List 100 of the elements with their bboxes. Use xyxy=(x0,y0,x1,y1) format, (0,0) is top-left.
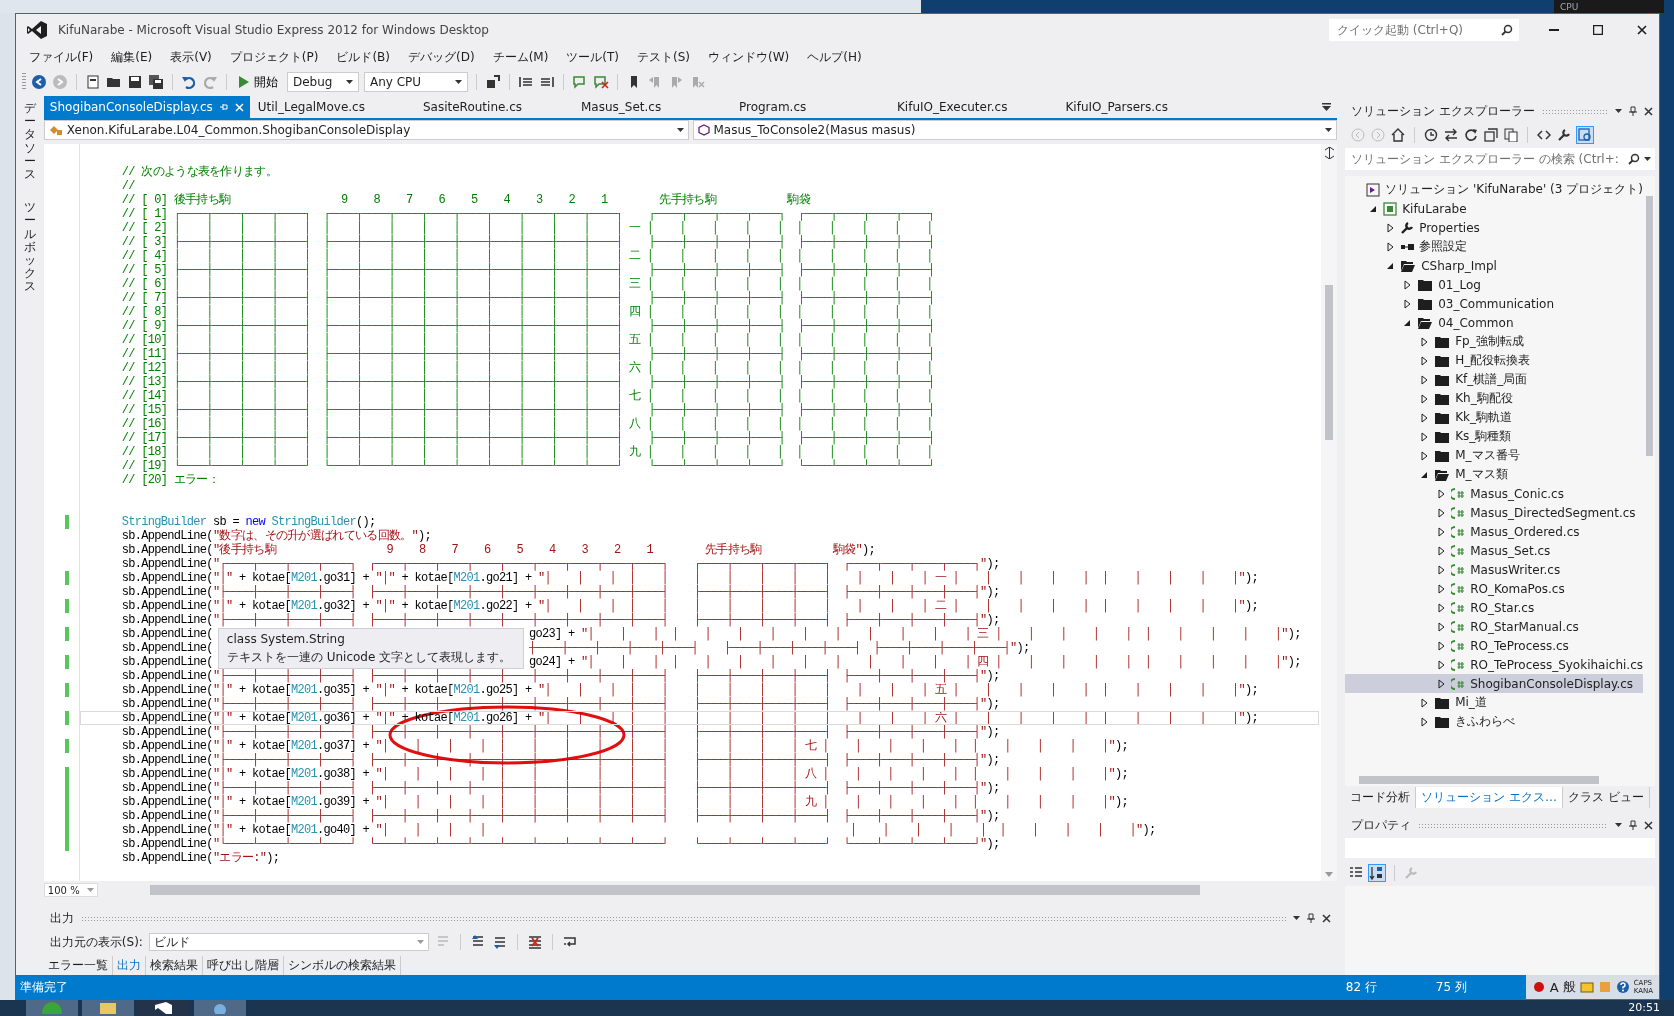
tree-item[interactable]: Fp_強制転成 xyxy=(1345,332,1643,351)
tree-item[interactable]: RO_StarManual.cs xyxy=(1345,617,1643,636)
dropdown-icon[interactable] xyxy=(1293,916,1301,920)
tree-item[interactable]: RO_TeProcess_Syokihaichi.cs xyxy=(1345,655,1643,674)
pin-icon[interactable] xyxy=(1307,913,1316,923)
quick-launch-field[interactable]: クイック起動 (Ctrl+Q) xyxy=(1329,19,1519,41)
collapsed-arrow-icon[interactable] xyxy=(1419,450,1430,461)
tree-item[interactable]: Properties xyxy=(1345,218,1643,237)
tree-item[interactable]: CSharp_Impl xyxy=(1345,256,1643,275)
undo-icon[interactable] xyxy=(181,74,197,90)
tree-item[interactable]: ShogibanConsoleDisplay.cs xyxy=(1345,674,1643,693)
show-all-files-icon[interactable] xyxy=(1504,128,1519,142)
collapsed-arrow-icon[interactable] xyxy=(1436,488,1447,499)
menu-item[interactable]: デバッグ(D) xyxy=(399,46,484,68)
comment-icon[interactable] xyxy=(572,74,588,90)
close-icon[interactable] xyxy=(1322,913,1332,923)
tree-item[interactable]: Masus_DirectedSegment.cs xyxy=(1345,503,1643,522)
collapsed-arrow-icon[interactable] xyxy=(1402,279,1413,290)
wrench-icon[interactable] xyxy=(1557,128,1572,142)
collapsed-arrow-icon[interactable] xyxy=(1419,336,1430,347)
panel-tab[interactable]: シンボルの検索結果 xyxy=(283,955,401,975)
collapsed-arrow-icon[interactable] xyxy=(1436,678,1447,689)
editor-tab[interactable]: Util_LegalMove.cs xyxy=(251,96,377,118)
type-dropdown[interactable]: Xenon.KifuLarabe.L04_Common.ShogibanConsoleDisplay xyxy=(43,120,689,140)
new-project-icon[interactable] xyxy=(85,74,101,90)
menu-item[interactable]: ツール(T) xyxy=(557,46,629,68)
back-icon[interactable] xyxy=(31,74,47,90)
start-button[interactable]: 開始 xyxy=(235,71,282,93)
editor-tab[interactable]: Masus_Set.cs xyxy=(574,96,693,118)
tree-item[interactable]: RO_KomaPos.cs xyxy=(1345,579,1643,598)
zoom-dropdown[interactable]: 100 % xyxy=(43,883,98,897)
tab-list-icon[interactable] xyxy=(1322,103,1332,111)
find-icon[interactable] xyxy=(485,74,501,90)
collapsed-arrow-icon[interactable] xyxy=(1436,640,1447,651)
collapsed-arrow-icon[interactable] xyxy=(1436,602,1447,613)
scrollbar-thumb[interactable] xyxy=(1325,285,1334,440)
tree-item[interactable]: 参照設定 xyxy=(1345,237,1643,256)
tree-item[interactable]: Masus_Conic.cs xyxy=(1345,484,1643,503)
close-icon[interactable] xyxy=(1644,820,1653,830)
tree-item[interactable]: Kh_駒配役 xyxy=(1345,389,1643,408)
split-icon[interactable] xyxy=(1324,147,1334,159)
start-orb-icon[interactable] xyxy=(40,1000,64,1014)
dropdown-icon[interactable] xyxy=(1615,823,1622,827)
help-icon[interactable] xyxy=(1615,980,1630,994)
tree-item[interactable]: Mi_道 xyxy=(1345,693,1643,712)
menu-item[interactable]: ファイル(F) xyxy=(20,46,103,68)
pin-icon[interactable] xyxy=(1629,820,1637,830)
collapsed-arrow-icon[interactable] xyxy=(1436,564,1447,575)
save-icon[interactable] xyxy=(127,74,143,90)
search-field[interactable]: ソリューション エクスプローラー の検索 (Ctrl+: xyxy=(1345,148,1655,170)
sort-icon[interactable] xyxy=(1369,865,1386,881)
tree-item[interactable]: 04_Common xyxy=(1345,313,1643,332)
editor-tab[interactable]: Program.cs xyxy=(732,96,851,118)
sync-icon[interactable] xyxy=(1444,128,1459,142)
configuration-dropdown[interactable]: Debug xyxy=(287,72,359,92)
tree-item[interactable]: M_マス類 xyxy=(1345,465,1643,484)
platform-dropdown[interactable]: Any CPU xyxy=(364,72,468,92)
tree-item[interactable]: 01_Log xyxy=(1345,275,1643,294)
collapsed-arrow-icon[interactable] xyxy=(1385,241,1396,252)
tree-item[interactable]: KifuLarabe xyxy=(1345,199,1643,218)
collapsed-arrow-icon[interactable] xyxy=(1402,298,1413,309)
collapse-all-icon[interactable] xyxy=(1484,128,1499,142)
menu-item[interactable]: 編集(E) xyxy=(102,46,162,68)
collapsed-arrow-icon[interactable] xyxy=(1419,716,1430,727)
scroll-down-icon[interactable] xyxy=(1325,872,1334,877)
collapsed-arrow-icon[interactable] xyxy=(1419,431,1430,442)
tree-item[interactable]: H_配役転換表 xyxy=(1345,351,1643,370)
pin-icon[interactable] xyxy=(1629,106,1637,116)
refresh-icon[interactable] xyxy=(1464,128,1479,142)
close-icon[interactable] xyxy=(1644,106,1653,116)
panel-tab[interactable]: ソリューション エクス… xyxy=(1416,786,1563,808)
collapsed-arrow-icon[interactable] xyxy=(1436,659,1447,670)
menu-item[interactable]: ウィンドウ(W) xyxy=(699,46,799,68)
menu-item[interactable]: ビルド(B) xyxy=(327,46,399,68)
indent-icon[interactable] xyxy=(518,74,534,90)
history-icon[interactable] xyxy=(1424,128,1439,142)
save-all-icon[interactable] xyxy=(148,74,164,90)
editor-tab[interactable]: SasiteRoutine.cs xyxy=(416,96,535,118)
ime-mode[interactable]: A xyxy=(1549,979,1559,995)
collapsed-arrow-icon[interactable] xyxy=(1419,412,1430,423)
collapsed-arrow-icon[interactable] xyxy=(1436,583,1447,594)
tree-item[interactable]: Kk_駒軌道 xyxy=(1345,408,1643,427)
member-dropdown[interactable]: Masus_ToConsole2(Masus masus) xyxy=(692,120,1338,140)
ime-icon[interactable] xyxy=(1531,980,1546,994)
home-icon[interactable] xyxy=(1391,128,1406,142)
tree-item[interactable]: RO_TeProcess.cs xyxy=(1345,636,1643,655)
input-mode[interactable]: 般 xyxy=(1562,978,1576,996)
next-message-icon[interactable] xyxy=(491,934,508,950)
tree-item[interactable]: 03_Communication xyxy=(1345,294,1643,313)
tree-item[interactable]: ソリューション 'KifuNarabe' (3 プロジェクト) xyxy=(1345,180,1643,199)
collapsed-arrow-icon[interactable] xyxy=(1385,222,1396,233)
view-code-icon[interactable] xyxy=(1537,128,1552,142)
editor-tab[interactable]: KifuIO_Executer.cs xyxy=(890,96,1020,118)
menu-item[interactable]: ヘルプ(H) xyxy=(798,46,871,68)
tree-item[interactable]: きふわらべ xyxy=(1345,712,1643,731)
vertical-scrollbar[interactable] xyxy=(1321,144,1338,881)
clear-all-icon[interactable] xyxy=(526,934,543,950)
scrollbar-thumb[interactable] xyxy=(1359,776,1600,784)
collapsed-arrow-icon[interactable] xyxy=(1419,374,1430,385)
collapsed-arrow-icon[interactable] xyxy=(1419,355,1430,366)
